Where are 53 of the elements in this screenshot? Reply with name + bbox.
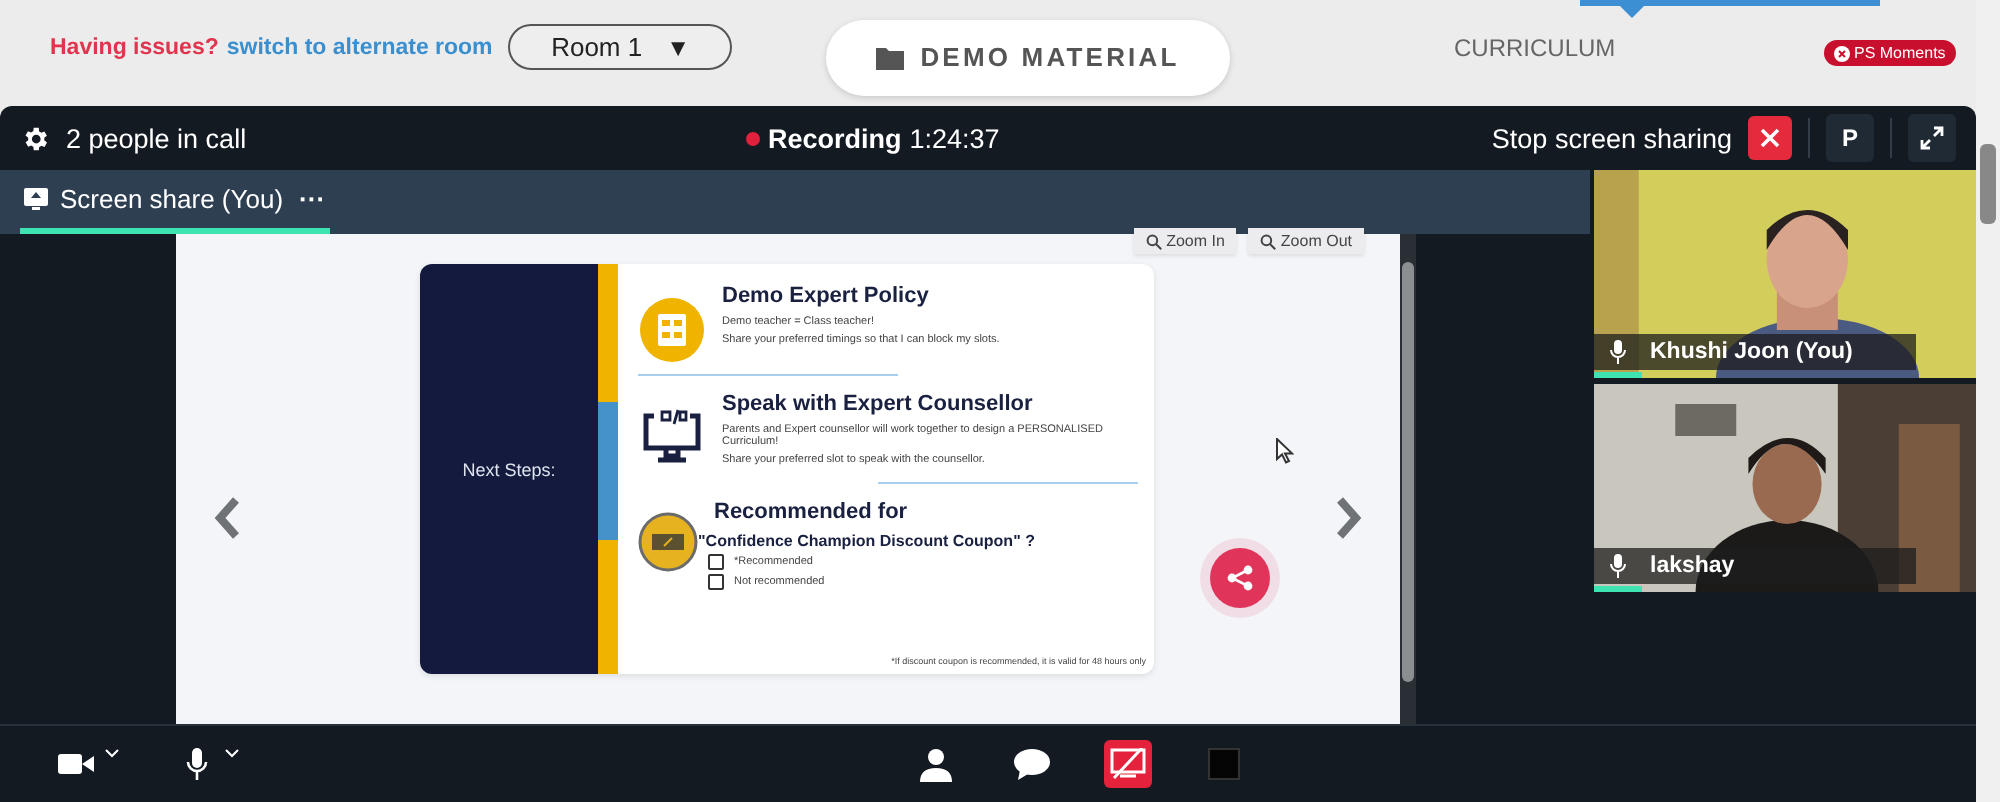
- section-title: Recommended for: [714, 500, 910, 524]
- settings-icon[interactable]: [20, 123, 50, 153]
- zoom-button[interactable]: Zoom Out: [1248, 228, 1364, 254]
- caret-icon[interactable]: [104, 747, 120, 757]
- zoom-button[interactable]: Zoom In: [1134, 228, 1237, 254]
- search-icon: [1260, 233, 1277, 249]
- person-icon: [920, 747, 952, 781]
- share-icon: [1226, 564, 1254, 592]
- microphone-icon: [185, 748, 207, 780]
- demo-material-button[interactable]: DEMO MATERIAL: [826, 19, 1230, 95]
- recording-dot: [746, 131, 760, 145]
- expand-icon: [1920, 126, 1944, 150]
- stop-sharing-text: Stop screen sharing: [1491, 123, 1732, 153]
- recording-label: Recording: [768, 123, 902, 153]
- search-icon: [1146, 233, 1163, 249]
- checkbox[interactable]: [708, 574, 724, 590]
- people-count: 2 people in call: [66, 123, 249, 153]
- issue-text: Having issues?: [50, 35, 219, 59]
- curriculum-tab[interactable]: CURRICULUM: [1454, 33, 1616, 61]
- fullscreen-button[interactable]: [1908, 114, 1956, 162]
- chat-icon: [1014, 748, 1050, 780]
- caret-icon[interactable]: [224, 747, 240, 757]
- scrollbar[interactable]: [1400, 234, 1416, 724]
- section-title: Speak with Expert Counsellor: [722, 392, 1035, 416]
- screen-share-button[interactable]: [1104, 740, 1152, 788]
- screen-share-icon: [24, 188, 48, 210]
- room-select[interactable]: Room 1 ▼: [508, 24, 733, 70]
- page-scrollbar[interactable]: [1976, 0, 2000, 802]
- profile-button[interactable]: P: [1826, 114, 1874, 162]
- section-text: "Confidence Champion Discount Coupon" ?: [698, 532, 1035, 550]
- coupon-icon: [638, 512, 698, 572]
- checklist-icon: [638, 296, 706, 364]
- audio-indicator: [1594, 586, 1642, 592]
- participant-name: lakshay: [1650, 554, 1735, 578]
- microphone-icon: [1610, 340, 1626, 364]
- camera-icon: [58, 752, 94, 776]
- close-icon: [1834, 45, 1850, 61]
- recording-time: 1:24:37: [909, 123, 1000, 153]
- share-button[interactable]: [1210, 548, 1270, 608]
- monitor-icon: [638, 404, 706, 464]
- checkbox[interactable]: [708, 554, 724, 570]
- ps-moments-badge[interactable]: PS Moments: [1824, 40, 1956, 66]
- section-title: Demo Expert Policy: [722, 284, 931, 308]
- slide-side-label: Next Steps:: [462, 459, 556, 479]
- mouse-cursor-icon: [1276, 438, 1294, 464]
- screen-share-off-icon: [1110, 748, 1146, 780]
- close-icon: [1760, 128, 1780, 148]
- folder-icon: [876, 45, 905, 69]
- audio-indicator: [1594, 372, 1642, 378]
- background-icon: [1208, 748, 1240, 780]
- stop-sharing-button[interactable]: [1748, 116, 1792, 160]
- microphone-icon: [1610, 554, 1626, 578]
- participant-name: Khushi Joon (You): [1650, 340, 1853, 364]
